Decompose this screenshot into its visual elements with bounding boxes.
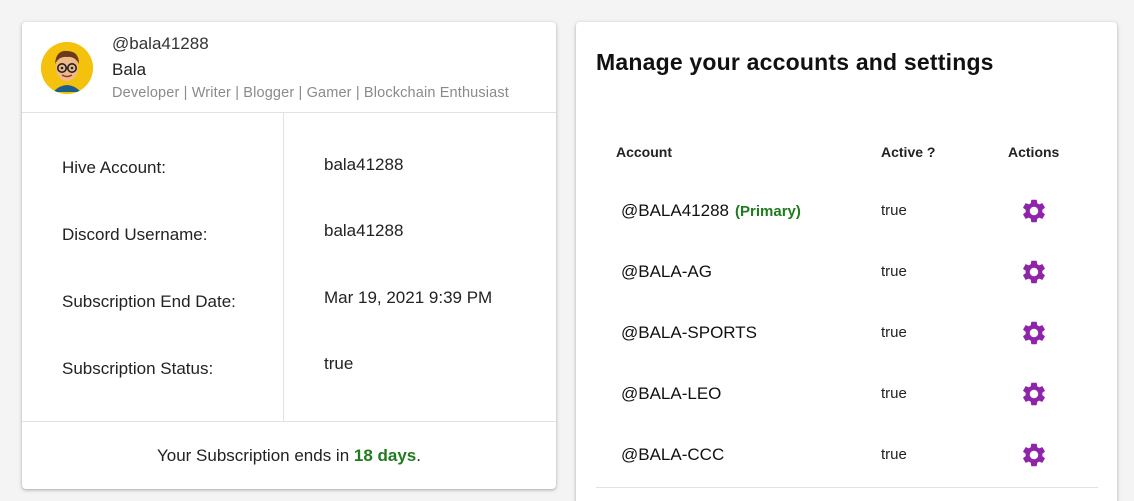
account-active: true bbox=[881, 324, 907, 341]
account-name-cell: @BALA41288 (Primary) bbox=[621, 180, 801, 242]
table-row: @BALA-AG true bbox=[596, 241, 1098, 302]
panel-title: Manage your accounts and settings bbox=[596, 49, 994, 75]
gear-icon[interactable] bbox=[1020, 197, 1048, 225]
avatar bbox=[41, 42, 93, 94]
hive-account-value: bala41288 bbox=[324, 155, 404, 174]
accounts-card: Manage your accounts and settings Accoun… bbox=[576, 22, 1117, 501]
subscription-status-value: true bbox=[324, 354, 354, 373]
profile-details: Hive Account: bala41288 Discord Username… bbox=[22, 113, 556, 422]
account-name: @BALA-SPORTS bbox=[621, 323, 757, 342]
table-row: @BALA-SPORTS true bbox=[596, 302, 1098, 363]
gear-icon[interactable] bbox=[1020, 380, 1048, 408]
gear-icon[interactable] bbox=[1020, 441, 1048, 469]
table-bottom-divider bbox=[596, 487, 1098, 488]
profile-header: @bala41288 Bala Developer | Writer | Blo… bbox=[22, 22, 556, 113]
table-row: @BALA-CCC true bbox=[596, 424, 1098, 485]
subscription-end-date-value: Mar 19, 2021 9:39 PM bbox=[324, 288, 493, 307]
gear-icon[interactable] bbox=[1020, 319, 1048, 347]
column-header-active: Active ? bbox=[881, 144, 936, 160]
subscription-days: 18 days bbox=[353, 446, 417, 465]
subscription-status-label: Subscription Status: bbox=[62, 359, 214, 378]
account-name: @BALA-CCC bbox=[621, 445, 725, 464]
table-row: @BALA-LEO true bbox=[596, 363, 1098, 424]
gear-icon[interactable] bbox=[1020, 258, 1048, 286]
profile-card: @bala41288 Bala Developer | Writer | Blo… bbox=[22, 22, 556, 489]
table-row: @BALA41288 (Primary) true bbox=[596, 180, 1098, 241]
details-divider bbox=[283, 113, 284, 422]
discord-username-label: Discord Username: bbox=[62, 225, 208, 244]
hive-account-label: Hive Account: bbox=[62, 158, 166, 177]
column-header-account: Account bbox=[616, 144, 672, 160]
subscription-prefix: Your Subscription ends in bbox=[156, 446, 354, 465]
discord-username-value: bala41288 bbox=[324, 221, 404, 240]
profile-bio: Developer | Writer | Blogger | Gamer | B… bbox=[112, 85, 509, 101]
account-name: @BALA-LEO bbox=[621, 384, 722, 403]
primary-badge: (Primary) bbox=[735, 203, 801, 220]
account-name: @BALA-AG bbox=[621, 262, 712, 281]
account-active: true bbox=[881, 446, 907, 463]
account-active: true bbox=[881, 385, 907, 402]
subscription-suffix: . bbox=[416, 446, 421, 465]
account-active: true bbox=[881, 263, 907, 280]
profile-handle: @bala41288 bbox=[112, 34, 209, 53]
profile-display-name: Bala bbox=[112, 60, 147, 79]
subscription-end-date-label: Subscription End Date: bbox=[62, 292, 236, 311]
avatar-image bbox=[41, 42, 93, 94]
account-name: @BALA41288 bbox=[621, 201, 730, 220]
column-header-actions: Actions bbox=[1008, 144, 1060, 160]
subscription-footer: Your Subscription ends in 18 days. bbox=[22, 421, 556, 489]
account-active: true bbox=[881, 202, 907, 219]
